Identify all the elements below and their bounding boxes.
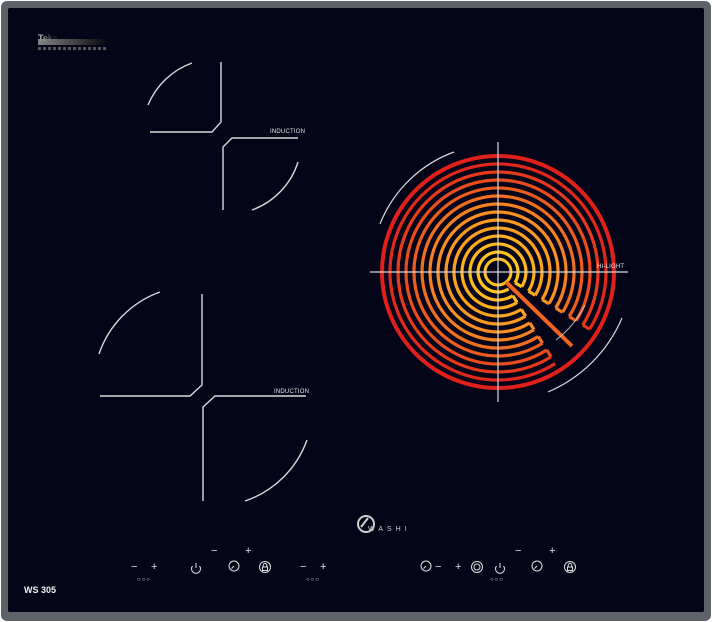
zone3-minus-button[interactable]: − bbox=[435, 562, 441, 573]
timer-plus-button-right[interactable]: + bbox=[549, 546, 555, 557]
timer-minus-button-right[interactable]: − bbox=[515, 546, 521, 557]
zone-label-top-left: INDUCTION bbox=[270, 129, 306, 135]
zone2-minus-button[interactable]: − bbox=[300, 562, 306, 573]
zone2-indicator-dots: ○○○ bbox=[306, 577, 320, 583]
brand-logo-subbar bbox=[38, 47, 106, 50]
zone1-minus-button[interactable]: − bbox=[131, 562, 137, 573]
zone-label-right: HI-LIGHT bbox=[597, 264, 625, 270]
cooktop bbox=[1, 1, 711, 621]
zone1-plus-button[interactable]: + bbox=[151, 562, 157, 573]
brand-logo-bar bbox=[38, 39, 106, 45]
brand-logo: Teka bbox=[38, 33, 108, 55]
zone3-plus-button[interactable]: + bbox=[455, 562, 461, 573]
zone2-plus-button[interactable]: + bbox=[320, 562, 326, 573]
zone1-indicator-dots: ○○○ bbox=[137, 577, 151, 583]
washi-brand-name: WASHI bbox=[368, 526, 411, 533]
model-number: WS 305 bbox=[24, 585, 57, 595]
right-indicator-dots: ○○○ bbox=[490, 577, 504, 583]
zone-label-bottom-left: INDUCTION bbox=[274, 389, 310, 395]
timer-plus-button[interactable]: + bbox=[245, 546, 251, 557]
timer-minus-button[interactable]: − bbox=[211, 546, 217, 557]
